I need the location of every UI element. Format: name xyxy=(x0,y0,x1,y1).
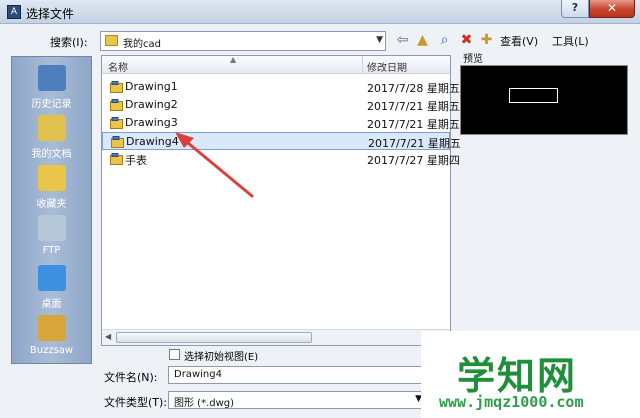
file-modified-date: 2017/7/21 星期五 xyxy=(367,100,460,113)
title-bar: A 选择文件 ? ✕ xyxy=(0,0,640,24)
filetype-dropdown[interactable]: 图形 (*.dwg) ▼ xyxy=(168,391,426,409)
filetype-value: 图形 (*.dwg) xyxy=(174,398,235,409)
preview-label: 预览 xyxy=(463,54,483,65)
list-header: 名称 ▲ 修改日期 xyxy=(102,55,450,74)
initial-view-label: 选择初始视图(E) xyxy=(184,352,259,363)
place-my-documents-label: 我的文档 xyxy=(31,149,72,160)
folder-icon xyxy=(105,35,118,46)
place-desktop-label: 桌面 xyxy=(41,299,62,310)
dwg-file-icon xyxy=(110,81,123,93)
scrollbar-thumb[interactable] xyxy=(116,332,312,343)
ftp-icon xyxy=(37,215,66,241)
chevron-down-icon: ▼ xyxy=(376,35,383,45)
delete-icon[interactable]: ✖ xyxy=(458,32,475,49)
initial-view-checkbox[interactable] xyxy=(169,349,180,360)
look-in-value: 我的cad xyxy=(123,39,161,50)
column-header-name[interactable]: 名称 xyxy=(108,59,128,74)
tools-menu[interactable]: 工具(L) xyxy=(552,33,589,49)
buzzsaw-icon xyxy=(37,315,66,341)
scroll-left-icon[interactable]: ◀ xyxy=(105,332,111,341)
close-button[interactable]: ✕ xyxy=(589,0,635,18)
places-bar: 历史记录 我的文档 收藏夹 FTP 桌面 Buzzsaw xyxy=(11,56,92,364)
place-ftp[interactable]: FTP xyxy=(12,215,91,256)
place-history[interactable]: 历史记录 xyxy=(12,65,91,110)
select-file-dialog: 搜索(I): 我的cad ▼ ⇦ ▲ ⌕ ✖ ✚ 查看(V) 工具(L) 历史记… xyxy=(0,24,640,418)
preview-drawing xyxy=(509,88,558,103)
preview-pane xyxy=(460,65,628,135)
place-ftp-label: FTP xyxy=(42,245,61,256)
file-modified-date: 2017/7/28 星期五 xyxy=(367,82,460,95)
place-my-documents[interactable]: 我的文档 xyxy=(12,115,91,160)
place-buzzsaw[interactable]: Buzzsaw xyxy=(12,315,91,356)
filename-label: 文件名(N): xyxy=(104,371,158,384)
annotation-arrow xyxy=(175,132,254,198)
place-buzzsaw-label: Buzzsaw xyxy=(29,345,74,356)
dwg-file-icon xyxy=(110,117,123,129)
search-web-icon[interactable]: ⌕ xyxy=(436,32,453,49)
place-favorites[interactable]: 收藏夹 xyxy=(12,165,91,210)
desktop-icon xyxy=(37,265,66,291)
history-icon xyxy=(37,65,66,91)
site-watermark: 学知网 www.jmqz1000.com xyxy=(421,331,640,418)
new-folder-icon[interactable]: ✚ xyxy=(478,32,495,49)
file-name: Drawing2 xyxy=(125,98,178,111)
autocad-app-icon: A xyxy=(7,5,21,19)
look-in-dropdown[interactable]: 我的cad ▼ xyxy=(100,31,386,51)
place-history-label: 历史记录 xyxy=(31,99,72,110)
favorites-icon xyxy=(37,165,66,191)
help-button[interactable]: ? xyxy=(561,0,589,18)
filename-value: Drawing4 xyxy=(174,369,222,380)
dwg-file-icon xyxy=(111,136,124,148)
table-row[interactable]: Drawing2 2017/7/21 星期五 xyxy=(102,96,460,114)
up-folder-icon[interactable]: ▲ xyxy=(414,32,431,49)
file-modified-date: 2017/7/27 星期四 xyxy=(367,154,460,167)
file-modified-date: 2017/7/21 星期五 xyxy=(367,118,460,131)
documents-icon xyxy=(37,115,66,141)
search-label: 搜索(I): xyxy=(50,36,88,49)
place-desktop[interactable]: 桌面 xyxy=(12,265,91,310)
column-header-date[interactable]: 修改日期 xyxy=(367,59,407,74)
back-icon[interactable]: ⇦ xyxy=(394,32,411,49)
filename-input[interactable]: Drawing4 xyxy=(168,366,426,384)
annotation-arrow-shaft xyxy=(180,136,254,198)
file-name: Drawing1 xyxy=(125,80,178,93)
table-row[interactable]: Drawing1 2017/7/28 星期五 xyxy=(102,78,460,96)
window-title: 选择文件 xyxy=(26,7,75,21)
sort-ascending-icon: ▲ xyxy=(230,55,237,64)
horizontal-scrollbar[interactable]: ◀ ▶ xyxy=(102,329,450,345)
file-name: 手表 xyxy=(125,154,147,167)
dwg-file-icon xyxy=(110,99,123,111)
watermark-main-text: 学知网 xyxy=(457,354,578,398)
watermark-url: www.jmqz1000.com xyxy=(439,393,584,411)
view-menu[interactable]: 查看(V) xyxy=(500,33,538,49)
file-modified-date: 2017/7/21 星期五 xyxy=(368,137,461,150)
filetype-label: 文件类型(T): xyxy=(104,396,168,409)
dwg-file-icon xyxy=(110,153,123,165)
place-favorites-label: 收藏夹 xyxy=(36,199,67,210)
